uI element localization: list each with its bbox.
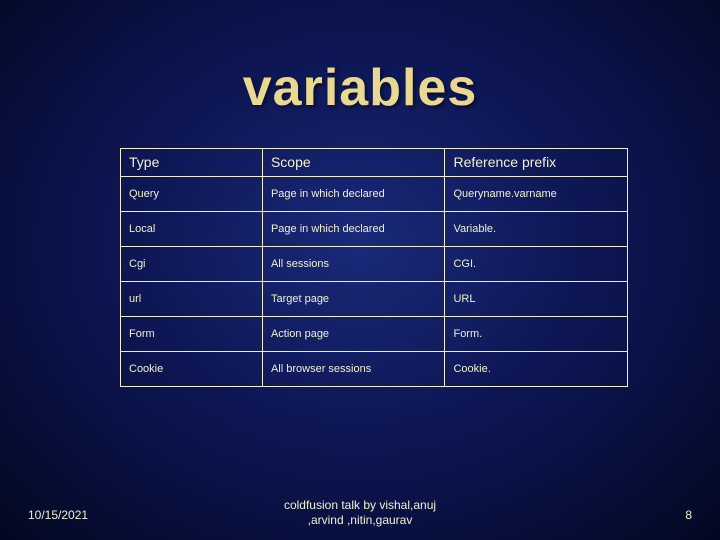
cell-prefix: Variable. [445, 212, 628, 247]
footer-page-number: 8 [685, 508, 692, 522]
cell-scope: All browser sessions [262, 352, 445, 387]
header-scope: Scope [262, 149, 445, 177]
cell-prefix: Cookie. [445, 352, 628, 387]
table-row: Query Page in which declared Queryname.v… [121, 177, 628, 212]
cell-type: Form [121, 317, 263, 352]
variables-table-container: Type Scope Reference prefix Query Page i… [120, 148, 628, 387]
cell-type: Cgi [121, 247, 263, 282]
table-row: Cgi All sessions CGI. [121, 247, 628, 282]
cell-type: Cookie [121, 352, 263, 387]
cell-scope: Page in which declared [262, 177, 445, 212]
footer-line2: ,arvind ,nitin,gaurav [308, 513, 413, 527]
variables-table: Type Scope Reference prefix Query Page i… [120, 148, 628, 387]
cell-scope: Action page [262, 317, 445, 352]
table-row: Cookie All browser sessions Cookie. [121, 352, 628, 387]
table-header-row: Type Scope Reference prefix [121, 149, 628, 177]
table-row: url Target page URL [121, 282, 628, 317]
header-type: Type [121, 149, 263, 177]
cell-scope: Page in which declared [262, 212, 445, 247]
cell-prefix: Form. [445, 317, 628, 352]
cell-prefix: URL [445, 282, 628, 317]
cell-type: Local [121, 212, 263, 247]
footer-line1: coldfusion talk by vishal,anuj [284, 498, 436, 512]
cell-prefix: Queryname.varname [445, 177, 628, 212]
cell-scope: Target page [262, 282, 445, 317]
cell-type: url [121, 282, 263, 317]
slide-title: variables [0, 58, 720, 118]
cell-prefix: CGI. [445, 247, 628, 282]
table-row: Local Page in which declared Variable. [121, 212, 628, 247]
header-reference-prefix: Reference prefix [445, 149, 628, 177]
cell-scope: All sessions [262, 247, 445, 282]
cell-type: Query [121, 177, 263, 212]
table-row: Form Action page Form. [121, 317, 628, 352]
footer-credits: coldfusion talk by vishal,anuj ,arvind ,… [0, 498, 720, 528]
